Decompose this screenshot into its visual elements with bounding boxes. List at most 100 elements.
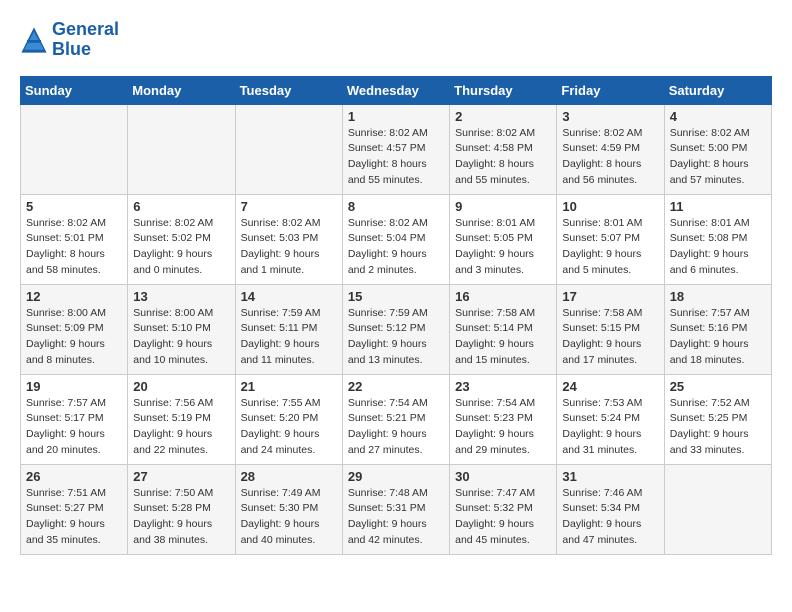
day-number: 23 xyxy=(455,379,551,394)
page-header: General Blue xyxy=(20,20,772,60)
calendar-cell: 31 Sunrise: 7:46 AM Sunset: 5:34 PM Dayli… xyxy=(557,464,664,554)
day-number: 26 xyxy=(26,469,122,484)
calendar-cell: 21 Sunrise: 7:55 AM Sunset: 5:20 PM Dayli… xyxy=(235,374,342,464)
weekday-header-saturday: Saturday xyxy=(664,76,771,104)
calendar-week-row: 26 Sunrise: 7:51 AM Sunset: 5:27 PM Dayli… xyxy=(21,464,772,554)
calendar-cell: 22 Sunrise: 7:54 AM Sunset: 5:21 PM Dayli… xyxy=(342,374,449,464)
calendar-cell: 18 Sunrise: 7:57 AM Sunset: 5:16 PM Dayli… xyxy=(664,284,771,374)
day-info: Sunrise: 8:02 AM Sunset: 5:04 PM Dayligh… xyxy=(348,216,444,279)
calendar-cell: 23 Sunrise: 7:54 AM Sunset: 5:23 PM Dayli… xyxy=(450,374,557,464)
day-number: 1 xyxy=(348,109,444,124)
calendar-cell: 20Sunrise: 7:56 AM Sunset: 5:19 PM Dayli… xyxy=(128,374,235,464)
calendar-cell: 12 Sunrise: 8:00 AM Sunset: 5:09 PM Dayli… xyxy=(21,284,128,374)
day-info: Sunrise: 7:54 AM Sunset: 5:21 PM Dayligh… xyxy=(348,396,444,459)
day-info: Sunrise: 7:47 AM Sunset: 5:32 PM Dayligh… xyxy=(455,486,551,549)
day-number: 22 xyxy=(348,379,444,394)
calendar-week-row: 1 Sunrise: 8:02 AM Sunset: 4:57 PM Daylig… xyxy=(21,104,772,194)
calendar-cell: 30 Sunrise: 7:47 AM Sunset: 5:32 PM Dayli… xyxy=(450,464,557,554)
day-info: Sunrise: 7:59 AM Sunset: 5:12 PM Dayligh… xyxy=(348,306,444,369)
day-info: Sunrise: 8:01 AM Sunset: 5:05 PM Dayligh… xyxy=(455,216,551,279)
calendar-cell: 27Sunrise: 7:50 AM Sunset: 5:28 PM Dayli… xyxy=(128,464,235,554)
calendar-cell: 24Sunrise: 7:53 AM Sunset: 5:24 PM Dayli… xyxy=(557,374,664,464)
day-info: Sunrise: 7:51 AM Sunset: 5:27 PM Dayligh… xyxy=(26,486,122,549)
day-info: Sunrise: 8:02 AM Sunset: 4:57 PM Dayligh… xyxy=(348,126,444,189)
day-number: 3 xyxy=(562,109,658,124)
calendar-cell xyxy=(128,104,235,194)
day-number: 30 xyxy=(455,469,551,484)
calendar-cell: 16 Sunrise: 7:58 AM Sunset: 5:14 PM Dayli… xyxy=(450,284,557,374)
weekday-header-sunday: Sunday xyxy=(21,76,128,104)
day-info: Sunrise: 7:59 AM Sunset: 5:11 PM Dayligh… xyxy=(241,306,337,369)
day-number: 21 xyxy=(241,379,337,394)
calendar-cell: 28 Sunrise: 7:49 AM Sunset: 5:30 PM Dayli… xyxy=(235,464,342,554)
calendar-cell: 10 Sunrise: 8:01 AM Sunset: 5:07 PM Dayli… xyxy=(557,194,664,284)
day-number: 14 xyxy=(241,289,337,304)
calendar-table: SundayMondayTuesdayWednesdayThursdayFrid… xyxy=(20,76,772,555)
day-info: Sunrise: 7:56 AM Sunset: 5:19 PM Dayligh… xyxy=(133,396,229,459)
calendar-week-row: 19Sunrise: 7:57 AM Sunset: 5:17 PM Dayli… xyxy=(21,374,772,464)
calendar-cell: 1 Sunrise: 8:02 AM Sunset: 4:57 PM Daylig… xyxy=(342,104,449,194)
calendar-cell: 7 Sunrise: 8:02 AM Sunset: 5:03 PM Daylig… xyxy=(235,194,342,284)
day-info: Sunrise: 7:53 AM Sunset: 5:24 PM Dayligh… xyxy=(562,396,658,459)
day-number: 28 xyxy=(241,469,337,484)
calendar-cell: 5 Sunrise: 8:02 AM Sunset: 5:01 PM Daylig… xyxy=(21,194,128,284)
day-info: Sunrise: 8:02 AM Sunset: 4:58 PM Dayligh… xyxy=(455,126,551,189)
weekday-header-wednesday: Wednesday xyxy=(342,76,449,104)
day-info: Sunrise: 8:01 AM Sunset: 5:07 PM Dayligh… xyxy=(562,216,658,279)
day-number: 18 xyxy=(670,289,766,304)
day-number: 25 xyxy=(670,379,766,394)
day-info: Sunrise: 7:57 AM Sunset: 5:16 PM Dayligh… xyxy=(670,306,766,369)
calendar-cell: 26 Sunrise: 7:51 AM Sunset: 5:27 PM Dayli… xyxy=(21,464,128,554)
calendar-cell: 11 Sunrise: 8:01 AM Sunset: 5:08 PM Dayli… xyxy=(664,194,771,284)
calendar-week-row: 12 Sunrise: 8:00 AM Sunset: 5:09 PM Dayli… xyxy=(21,284,772,374)
calendar-cell: 19Sunrise: 7:57 AM Sunset: 5:17 PM Dayli… xyxy=(21,374,128,464)
day-number: 16 xyxy=(455,289,551,304)
day-info: Sunrise: 8:01 AM Sunset: 5:08 PM Dayligh… xyxy=(670,216,766,279)
logo-icon xyxy=(20,26,48,54)
calendar-cell: 15Sunrise: 7:59 AM Sunset: 5:12 PM Dayli… xyxy=(342,284,449,374)
day-info: Sunrise: 8:00 AM Sunset: 5:09 PM Dayligh… xyxy=(26,306,122,369)
day-number: 29 xyxy=(348,469,444,484)
day-number: 8 xyxy=(348,199,444,214)
calendar-cell xyxy=(664,464,771,554)
day-info: Sunrise: 7:58 AM Sunset: 5:15 PM Dayligh… xyxy=(562,306,658,369)
calendar-cell: 3 Sunrise: 8:02 AM Sunset: 4:59 PM Daylig… xyxy=(557,104,664,194)
calendar-cell: 2Sunrise: 8:02 AM Sunset: 4:58 PM Daylig… xyxy=(450,104,557,194)
weekday-header-monday: Monday xyxy=(128,76,235,104)
calendar-cell: 25 Sunrise: 7:52 AM Sunset: 5:25 PM Dayli… xyxy=(664,374,771,464)
day-info: Sunrise: 7:48 AM Sunset: 5:31 PM Dayligh… xyxy=(348,486,444,549)
calendar-cell: 6 Sunrise: 8:02 AM Sunset: 5:02 PM Daylig… xyxy=(128,194,235,284)
day-number: 31 xyxy=(562,469,658,484)
day-info: Sunrise: 8:02 AM Sunset: 5:02 PM Dayligh… xyxy=(133,216,229,279)
day-info: Sunrise: 7:46 AM Sunset: 5:34 PM Dayligh… xyxy=(562,486,658,549)
day-info: Sunrise: 7:54 AM Sunset: 5:23 PM Dayligh… xyxy=(455,396,551,459)
day-info: Sunrise: 7:50 AM Sunset: 5:28 PM Dayligh… xyxy=(133,486,229,549)
calendar-cell: 8 Sunrise: 8:02 AM Sunset: 5:04 PM Daylig… xyxy=(342,194,449,284)
day-info: Sunrise: 7:52 AM Sunset: 5:25 PM Dayligh… xyxy=(670,396,766,459)
day-number: 11 xyxy=(670,199,766,214)
day-number: 7 xyxy=(241,199,337,214)
calendar-week-row: 5 Sunrise: 8:02 AM Sunset: 5:01 PM Daylig… xyxy=(21,194,772,284)
logo-text: General Blue xyxy=(52,20,119,60)
day-info: Sunrise: 7:49 AM Sunset: 5:30 PM Dayligh… xyxy=(241,486,337,549)
day-info: Sunrise: 7:55 AM Sunset: 5:20 PM Dayligh… xyxy=(241,396,337,459)
weekday-header-thursday: Thursday xyxy=(450,76,557,104)
day-info: Sunrise: 7:58 AM Sunset: 5:14 PM Dayligh… xyxy=(455,306,551,369)
day-number: 6 xyxy=(133,199,229,214)
calendar-cell: 29 Sunrise: 7:48 AM Sunset: 5:31 PM Dayli… xyxy=(342,464,449,554)
day-info: Sunrise: 8:00 AM Sunset: 5:10 PM Dayligh… xyxy=(133,306,229,369)
day-info: Sunrise: 8:02 AM Sunset: 5:03 PM Dayligh… xyxy=(241,216,337,279)
day-number: 12 xyxy=(26,289,122,304)
day-info: Sunrise: 8:02 AM Sunset: 4:59 PM Dayligh… xyxy=(562,126,658,189)
day-number: 5 xyxy=(26,199,122,214)
day-number: 4 xyxy=(670,109,766,124)
day-number: 9 xyxy=(455,199,551,214)
calendar-cell: 4 Sunrise: 8:02 AM Sunset: 5:00 PM Daylig… xyxy=(664,104,771,194)
day-info: Sunrise: 8:02 AM Sunset: 5:01 PM Dayligh… xyxy=(26,216,122,279)
day-number: 10 xyxy=(562,199,658,214)
day-number: 19 xyxy=(26,379,122,394)
day-number: 13 xyxy=(133,289,229,304)
day-info: Sunrise: 8:02 AM Sunset: 5:00 PM Dayligh… xyxy=(670,126,766,189)
weekday-header-tuesday: Tuesday xyxy=(235,76,342,104)
weekday-header-row: SundayMondayTuesdayWednesdayThursdayFrid… xyxy=(21,76,772,104)
